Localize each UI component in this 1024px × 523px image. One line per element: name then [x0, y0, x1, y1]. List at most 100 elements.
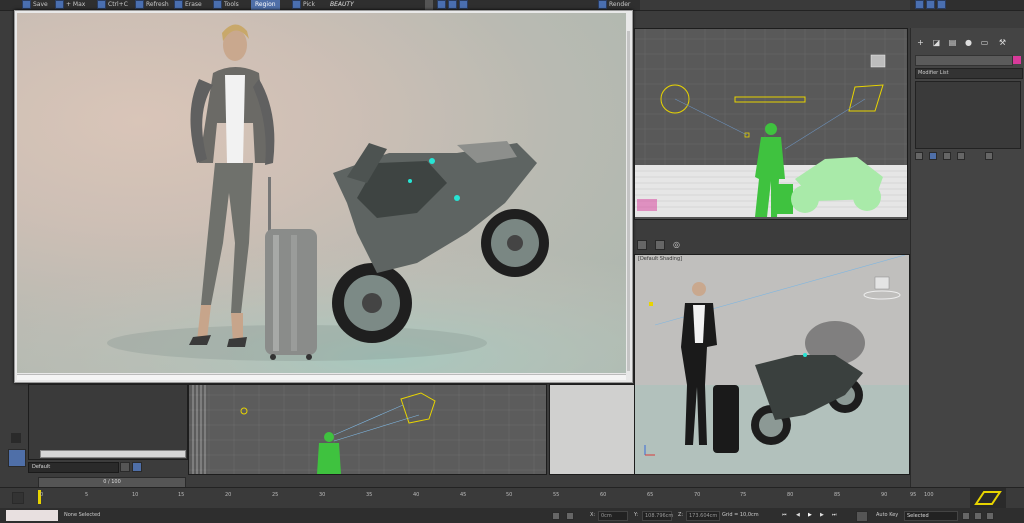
selection-set-dropdown[interactable]: Selected: [904, 511, 958, 521]
pick-icon: [292, 0, 301, 9]
dropdown-arrow-icon[interactable]: [425, 0, 433, 10]
material-editor-icon[interactable]: [926, 0, 935, 9]
frame-progress-bar: [40, 450, 186, 458]
top-view-scene: [635, 29, 907, 219]
lock-icon[interactable]: [552, 512, 560, 520]
rendered-image: [17, 13, 626, 373]
area-light[interactable]: [734, 96, 806, 103]
utilities-tab-icon[interactable]: ⚒: [997, 38, 1008, 48]
eye-icon[interactable]: ◎: [673, 240, 681, 249]
zoom-icons[interactable]: [437, 0, 470, 10]
remove-modifier-icon[interactable]: [957, 152, 965, 160]
viewport-shading-label[interactable]: [Default Shading]: [638, 256, 682, 262]
app-logo: [970, 488, 1006, 508]
object-color-swatch[interactable]: [1013, 56, 1021, 64]
refresh-icon: [135, 0, 144, 9]
viewport-top[interactable]: [634, 28, 908, 220]
perspective-viewcube[interactable]: [863, 276, 901, 300]
abs-mode-icon[interactable]: [566, 512, 574, 520]
modifier-stack[interactable]: [915, 81, 1021, 149]
layer-dropdown[interactable]: Default: [28, 462, 119, 473]
trackbar-ticks: 0 5 10 15 20 25 30 35 40 45 50 55 60 65 …: [40, 492, 936, 506]
prev-key-icon[interactable]: ⏮: [782, 508, 787, 523]
render-element-dropdown[interactable]: BEAUTY: [330, 0, 354, 10]
render-setup-icon[interactable]: [915, 0, 924, 9]
play-icon[interactable]: [11, 433, 21, 443]
next-frame-icon[interactable]: ▶: [820, 508, 824, 523]
copy-button[interactable]: Ctrl+C: [97, 0, 128, 10]
object-name-field[interactable]: [915, 55, 1013, 66]
y-coordinate-field[interactable]: 108.796cm: [642, 511, 673, 521]
tick-label: 60: [600, 492, 607, 498]
logo-icon: [974, 491, 1002, 505]
pin-stack-icon[interactable]: [915, 152, 923, 160]
auto-key-button[interactable]: Auto Key: [876, 508, 898, 523]
viewport-layout-icon[interactable]: [637, 240, 647, 250]
render-scene: [17, 24, 626, 373]
tick-label: 100: [924, 492, 934, 498]
tick-label: 95: [910, 492, 917, 498]
play-button-icon[interactable]: ▶: [808, 508, 812, 523]
render-frame-window[interactable]: [14, 10, 633, 383]
modify-tab-icon[interactable]: ◪: [931, 38, 942, 48]
selection-status: None Selected: [64, 512, 101, 518]
zoom-out-icon[interactable]: [448, 0, 457, 9]
front-woman-green[interactable]: [317, 432, 341, 474]
set-key-icon[interactable]: [856, 511, 868, 522]
layers-icon[interactable]: [120, 462, 130, 472]
tick-label: 30: [319, 492, 326, 498]
layer-explorer-icon[interactable]: [132, 462, 142, 472]
render-frame-icon[interactable]: [937, 0, 946, 9]
viewport-perspective[interactable]: [Default Shading]: [634, 254, 910, 475]
main-toolbar-icons: [915, 0, 975, 10]
perspective-scene: [635, 255, 909, 474]
motion-tab-icon[interactable]: ●: [963, 38, 974, 48]
z-coordinate-field[interactable]: 173.604cm: [686, 511, 720, 521]
viewcube[interactable]: [870, 54, 886, 68]
viewport-left-panel[interactable]: [28, 384, 188, 460]
front-camera-gizmo[interactable]: [400, 392, 436, 424]
next-key-icon[interactable]: ⏭: [832, 508, 837, 523]
region-button[interactable]: Region: [251, 0, 280, 10]
orbit-icon[interactable]: [986, 512, 994, 520]
render-button[interactable]: Render: [598, 0, 630, 10]
tools-icon: [213, 0, 222, 9]
hierarchy-tab-icon[interactable]: ▤: [947, 38, 958, 48]
suitcase-silhouette[interactable]: [775, 184, 793, 214]
pan-icon[interactable]: [974, 512, 982, 520]
mini-curve-editor-icon[interactable]: [12, 492, 24, 504]
zoom-fit-icon[interactable]: [459, 0, 468, 9]
show-end-result-icon[interactable]: [929, 152, 937, 160]
tick-label: 90: [881, 492, 888, 498]
zoom-extents-icon[interactable]: [962, 512, 970, 520]
make-unique-icon[interactable]: [943, 152, 951, 160]
refresh-button[interactable]: Refresh: [135, 0, 169, 10]
tools-button[interactable]: Tools: [213, 0, 239, 10]
modifier-list-dropdown[interactable]: Modifier List: [915, 68, 1023, 79]
trackbar[interactable]: 0 5 10 15 20 25 30 35 40 45 50 55 60 65 …: [0, 487, 1024, 508]
perspective-suitcase: [713, 385, 739, 453]
tick-label: 65: [647, 492, 654, 498]
prev-frame-icon[interactable]: ◀: [796, 508, 800, 523]
zoom-in-icon[interactable]: [437, 0, 446, 9]
camera-target[interactable]: [848, 84, 884, 112]
viewport-bottom-right-strip: [549, 384, 635, 475]
render-scrollbar[interactable]: [627, 31, 630, 371]
create-tab-icon[interactable]: +: [915, 38, 926, 48]
suitcase: [265, 177, 317, 360]
viewport-maximize-icon[interactable]: [655, 240, 665, 250]
maxscript-listener[interactable]: [6, 510, 58, 521]
main-toolbar-strip: [640, 0, 910, 10]
viewport-grid-icon[interactable]: [8, 449, 26, 467]
display-tab-icon[interactable]: ▭: [979, 38, 990, 48]
status-bar: None Selected X: 0cm Y: 108.796cm Z: 173…: [0, 508, 1024, 523]
save-button[interactable]: Save: [22, 0, 48, 10]
tick-label: 70: [694, 492, 701, 498]
max-button[interactable]: + Max: [55, 0, 85, 10]
viewport-front[interactable]: [188, 384, 547, 475]
configure-sets-icon[interactable]: [985, 152, 993, 160]
x-coordinate-field[interactable]: 0cm: [598, 511, 628, 521]
tick-label: 35: [366, 492, 373, 498]
erase-button[interactable]: Erase: [174, 0, 202, 10]
pick-button[interactable]: Pick: [292, 0, 315, 10]
